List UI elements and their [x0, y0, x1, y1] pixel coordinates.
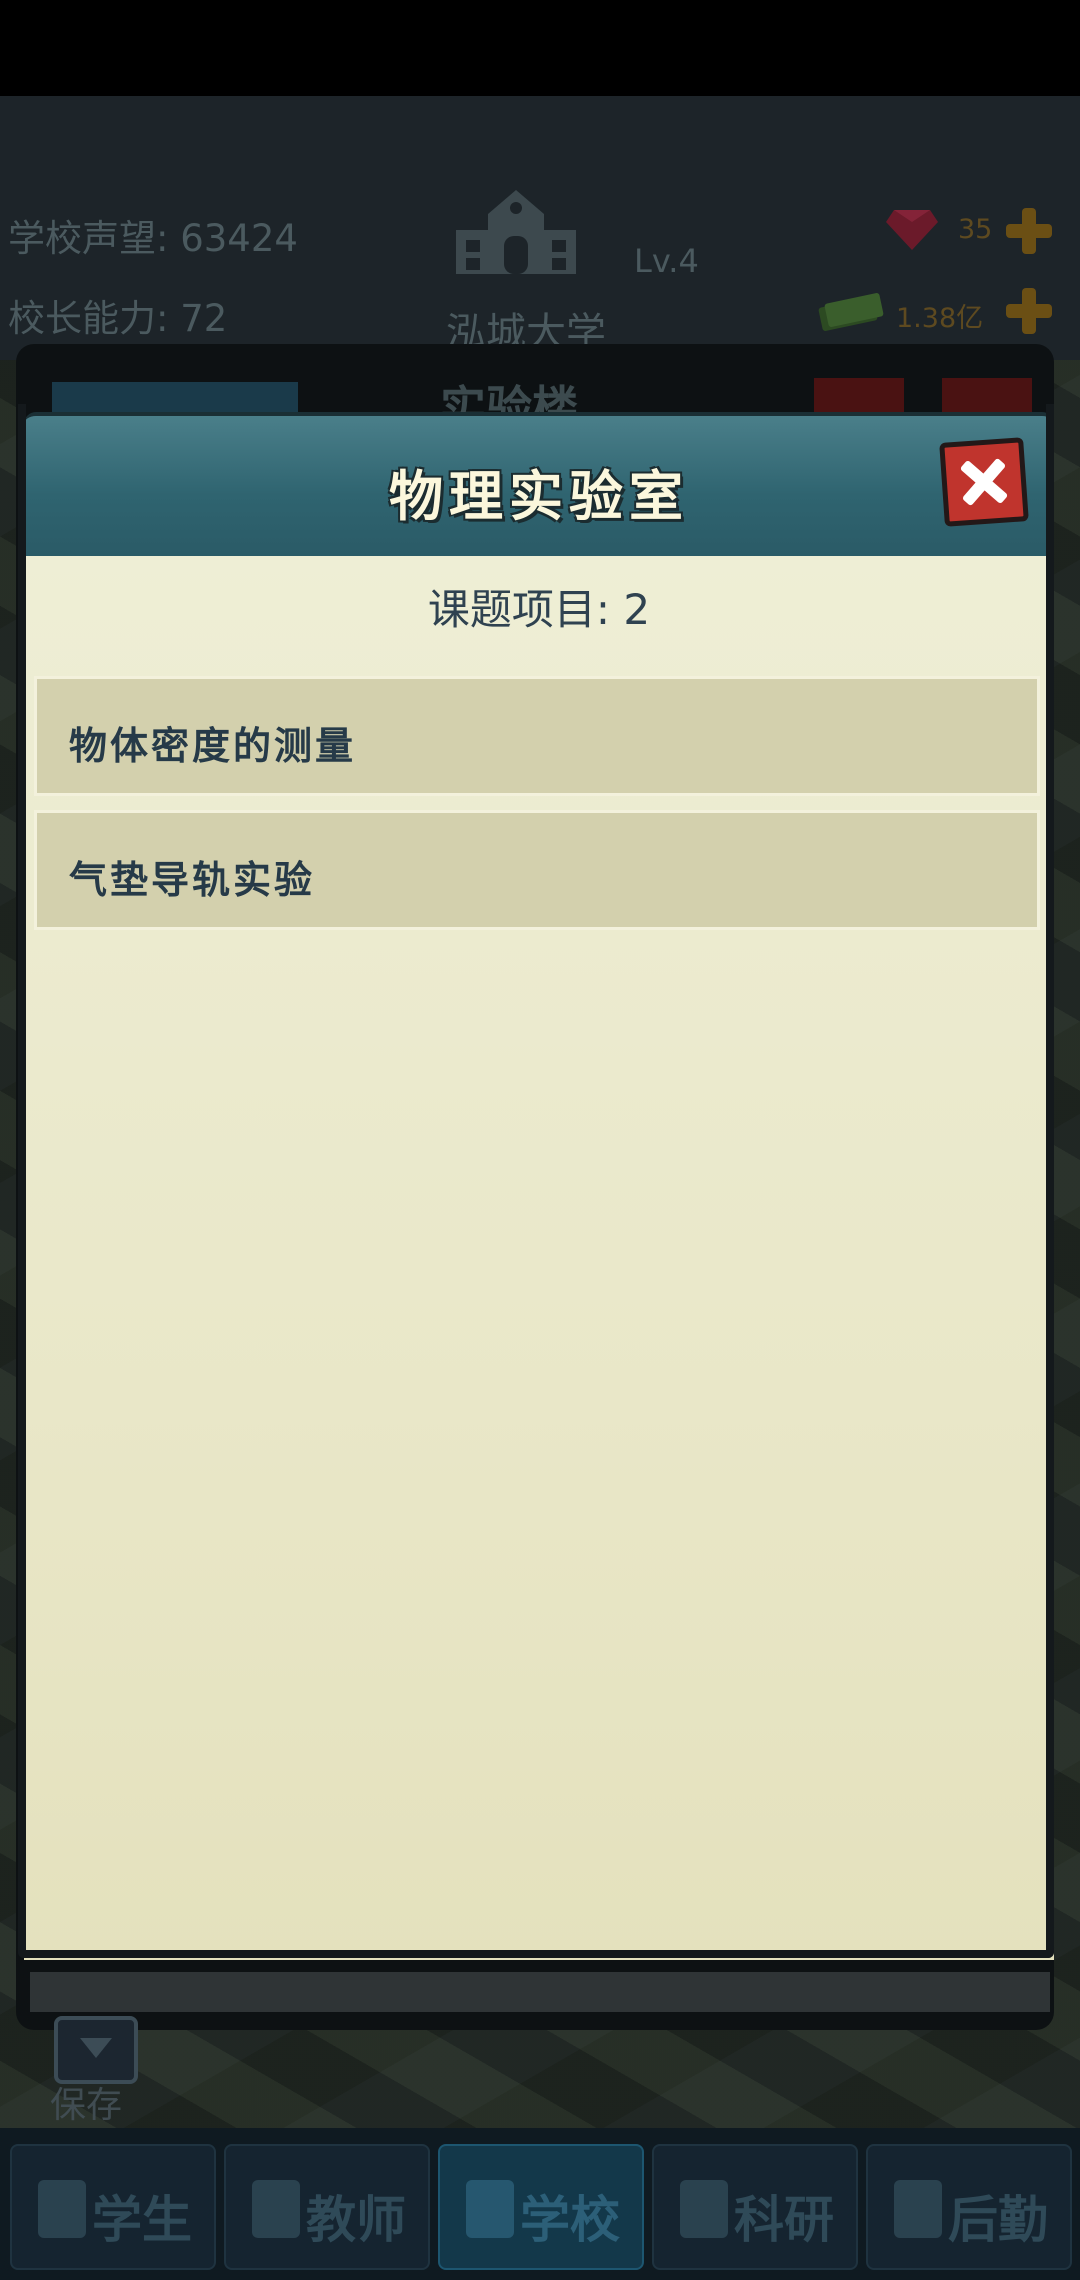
bottom-nav: 学生 教师 学校 科研 后勤: [0, 2128, 1080, 2280]
student-icon: [38, 2180, 86, 2238]
gem-icon: [886, 210, 938, 250]
dialog-header: 物理实验室: [24, 412, 1054, 560]
add-money-plus-icon[interactable]: [1004, 286, 1054, 336]
clipboard-icon: [894, 2180, 942, 2238]
tab-label: 学生: [92, 2191, 192, 2249]
tab-logistics[interactable]: 后勤: [866, 2144, 1072, 2270]
close-icon: [945, 443, 1024, 522]
school-building-icon: [456, 190, 576, 274]
tab-teachers[interactable]: 教师: [224, 2144, 430, 2270]
list-item[interactable]: 物体密度的测量: [34, 676, 1040, 796]
tab-label: 教师: [306, 2191, 406, 2249]
close-button[interactable]: [939, 437, 1029, 527]
school-reputation: 学校声望: 63424: [8, 217, 298, 260]
dialog-title: 物理实验室: [389, 465, 689, 528]
principal-ability: 校长能力: 72: [8, 297, 228, 340]
money-icon: [818, 292, 884, 332]
background-panel-footer: [30, 1972, 1050, 2012]
tab-label: 学校: [520, 2191, 620, 2249]
project-count: 课题项目: 2: [427, 585, 651, 634]
project-label: 气垫导轨实验: [69, 858, 316, 902]
add-gems-plus-icon[interactable]: [1004, 206, 1054, 256]
gem-count: 35: [958, 214, 993, 245]
flask-icon: [680, 2180, 728, 2238]
save-label: 保存: [50, 2085, 123, 2126]
tab-students[interactable]: 学生: [10, 2144, 216, 2270]
project-label: 物体密度的测量: [69, 724, 357, 768]
teacher-icon: [252, 2180, 300, 2238]
save-icon: [54, 2016, 138, 2084]
list-item[interactable]: 气垫导轨实验: [34, 810, 1040, 930]
lab-dialog: 物理实验室 课题项目: 2 物体密度的测量 气垫导轨实验: [24, 412, 1054, 1960]
tab-school[interactable]: 学校: [438, 2144, 644, 2270]
dialog-body: 课题项目: 2 物体密度的测量 气垫导轨实验: [24, 556, 1054, 1960]
tab-research[interactable]: 科研: [652, 2144, 858, 2270]
tab-label: 科研: [734, 2191, 834, 2249]
status-bar: [0, 0, 1080, 96]
school-icon: [466, 2180, 514, 2238]
tab-label: 后勤: [948, 2191, 1048, 2249]
project-list: 物体密度的测量 气垫导轨实验: [34, 676, 1044, 944]
school-level: Lv.4: [634, 242, 699, 280]
save-button[interactable]: 保存: [28, 2016, 152, 2126]
money-count: 1.38亿: [896, 303, 984, 334]
